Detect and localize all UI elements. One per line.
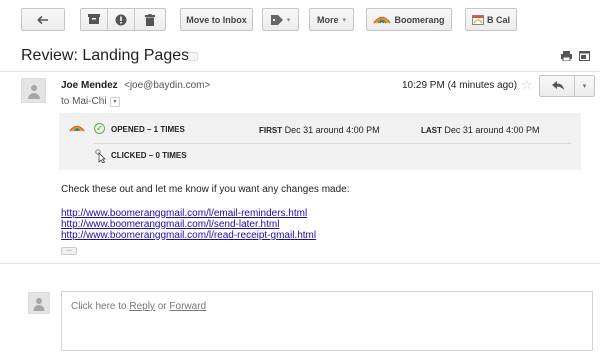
thread-subject: Review: Landing Pages bbox=[21, 47, 190, 64]
body-divider bbox=[0, 263, 600, 264]
more-button[interactable]: More ▾ bbox=[309, 8, 354, 31]
show-trimmed-content-button[interactable]: ... bbox=[61, 246, 77, 255]
check-icon: ✓ bbox=[94, 123, 105, 134]
labels-button[interactable]: ▾ bbox=[262, 8, 299, 31]
last-open: LAST Dec 31 around 4:00 PM bbox=[421, 125, 539, 135]
label-tag-icon bbox=[270, 14, 283, 25]
sender-email: <joe@baydin.com> bbox=[124, 80, 211, 91]
label-tag-icon[interactable] bbox=[188, 52, 198, 61]
email-reminders-link[interactable]: http://www.boomeranggmail.com/l/email-re… bbox=[61, 208, 307, 219]
reply-prefix: Click here to bbox=[71, 301, 127, 312]
forward-link[interactable]: Forward bbox=[169, 301, 206, 312]
message-body: Check these out and let me know if you w… bbox=[61, 184, 350, 195]
bcal-button[interactable]: B Cal bbox=[465, 8, 517, 31]
avatar-body bbox=[27, 93, 40, 99]
read-receipt-link[interactable]: http://www.boomeranggmail.com/l/read-rec… bbox=[61, 230, 316, 241]
avatar bbox=[28, 292, 50, 314]
boomerang-button[interactable]: Boomerang bbox=[366, 8, 452, 31]
print-icon[interactable] bbox=[561, 51, 572, 61]
last-value: Dec 31 around 4:00 PM bbox=[444, 125, 540, 135]
first-value: Dec 31 around 4:00 PM bbox=[284, 125, 380, 135]
delete-button[interactable] bbox=[134, 8, 166, 31]
boomerang-logo-icon bbox=[69, 125, 85, 132]
toolbar: Move to Inbox ▾ More ▾ Boomerang B Cal bbox=[0, 0, 600, 38]
show-details-chevron-icon[interactable]: ▾ bbox=[110, 97, 120, 107]
sender-name[interactable]: Joe Mendez bbox=[61, 80, 118, 91]
back-button[interactable] bbox=[21, 8, 65, 31]
archive-icon bbox=[88, 14, 100, 24]
reply-box[interactable]: Click here to Reply or Forward bbox=[61, 291, 593, 351]
move-to-inbox-button[interactable]: Move to Inbox bbox=[180, 8, 253, 31]
bcal-label: B Cal bbox=[486, 14, 510, 25]
clicked-count: CLICKED – 0 TIMES bbox=[111, 151, 187, 160]
message-more-chevron-icon[interactable]: ▾ bbox=[575, 75, 595, 97]
tracking-divider bbox=[94, 143, 571, 144]
report-spam-button[interactable] bbox=[107, 8, 135, 31]
avatar-body bbox=[33, 305, 45, 311]
reply-link[interactable]: Reply bbox=[129, 301, 155, 312]
reply-or: or bbox=[157, 301, 167, 312]
boomerang-label: Boomerang bbox=[394, 14, 445, 25]
archive-button[interactable] bbox=[80, 8, 108, 31]
first-label: FIRST bbox=[259, 126, 283, 135]
first-open: FIRST Dec 31 around 4:00 PM bbox=[259, 125, 380, 135]
header-divider bbox=[0, 71, 600, 72]
subject-row: Review: Landing Pages bbox=[0, 42, 600, 68]
recipient-line: to Mai-Chi bbox=[61, 96, 107, 107]
last-label: LAST bbox=[421, 126, 442, 135]
reply-button[interactable] bbox=[539, 75, 575, 97]
reply-arrow-icon bbox=[552, 81, 564, 90]
reply-hint: Click here to Reply or Forward bbox=[71, 301, 206, 312]
avatar-head bbox=[30, 85, 37, 91]
chevron-down-icon: ▾ bbox=[286, 16, 291, 24]
spam-icon bbox=[115, 14, 127, 25]
chevron-down-icon: ▾ bbox=[342, 16, 347, 24]
send-later-link[interactable]: http://www.boomeranggmail.com/l/send-lat… bbox=[61, 219, 279, 230]
avatar[interactable] bbox=[21, 78, 46, 103]
cursor-click-icon bbox=[95, 149, 106, 163]
message-timestamp: 10:29 PM (4 minutes ago) bbox=[402, 80, 518, 91]
move-to-inbox-label: Move to Inbox bbox=[186, 14, 247, 25]
new-window-icon[interactable] bbox=[579, 51, 590, 61]
boomerang-logo-icon bbox=[373, 16, 392, 24]
more-label: More bbox=[316, 14, 339, 25]
avatar-head bbox=[36, 298, 42, 304]
back-arrow-icon bbox=[37, 15, 48, 24]
trash-icon bbox=[145, 13, 155, 26]
read-receipt-panel: ✓ OPENED – 1 TIMES FIRST Dec 31 around 4… bbox=[59, 113, 581, 170]
star-icon[interactable]: ☆ bbox=[521, 77, 533, 93]
calendar-icon bbox=[471, 15, 484, 25]
opened-count: OPENED – 1 TIMES bbox=[111, 125, 185, 134]
